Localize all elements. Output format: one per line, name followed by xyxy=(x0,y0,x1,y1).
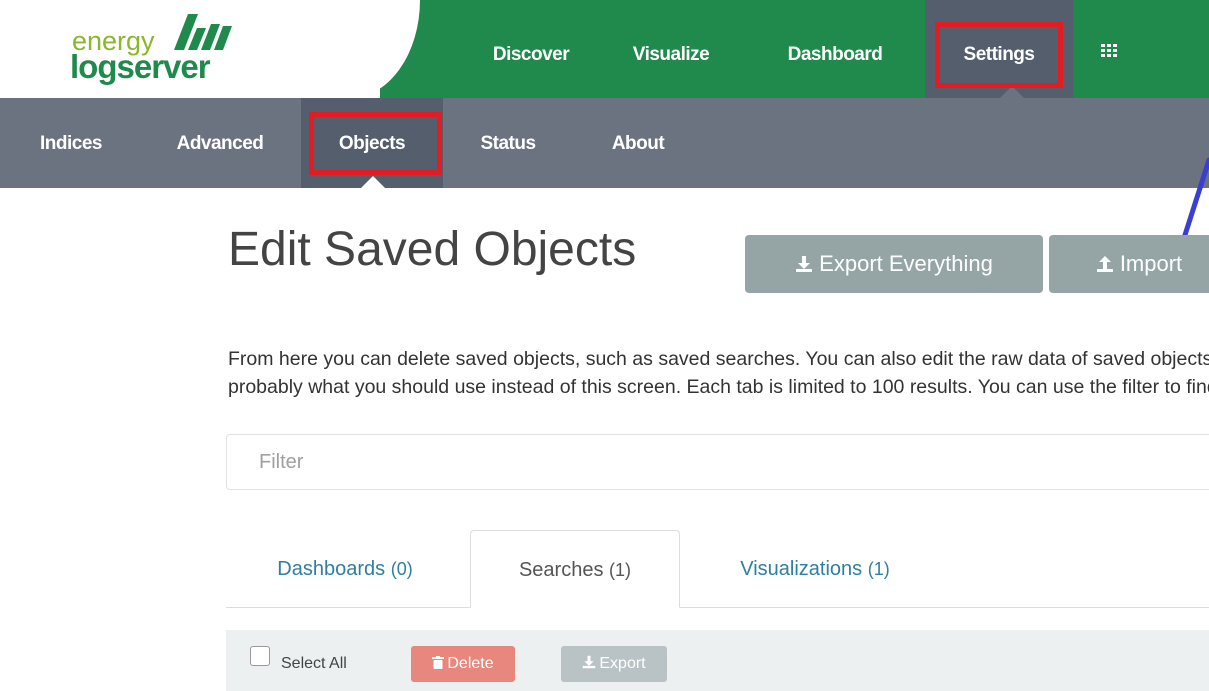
subnav-active-caret xyxy=(360,176,386,189)
tab-visualizations[interactable]: Visualizations (1) xyxy=(700,530,930,608)
tab-searches-count: (1) xyxy=(609,560,632,580)
export-label: Export xyxy=(599,655,646,672)
nav-discover[interactable]: Discover xyxy=(456,0,606,98)
page-title: Edit Saved Objects xyxy=(228,223,637,276)
delete-label: Delete xyxy=(447,655,494,672)
tab-searches-label: Searches xyxy=(518,559,604,581)
description-line-2: probably what you should use instead of … xyxy=(228,376,1209,398)
filter-input[interactable] xyxy=(226,434,1209,490)
settings-highlight-box xyxy=(935,22,1063,88)
tab-visualizations-count: (1) xyxy=(867,559,890,579)
delete-button[interactable]: Delete xyxy=(411,646,515,682)
subnav-about[interactable]: About xyxy=(588,98,688,188)
logo-bars-icon xyxy=(174,14,232,50)
nav-visualize[interactable]: Visualize xyxy=(606,0,736,98)
export-button[interactable]: Export xyxy=(561,646,667,682)
export-everything-button[interactable]: Export Everything xyxy=(745,235,1043,293)
objects-toolbar xyxy=(226,630,1209,691)
subnav-advanced[interactable]: Advanced xyxy=(150,98,290,188)
import-label: Import xyxy=(1119,251,1183,276)
trash-icon xyxy=(432,656,445,669)
settings-subnav: Indices Advanced Objects Status About xyxy=(0,98,1209,188)
energy-logserver-logo[interactable]: energy logserver xyxy=(58,8,258,92)
subnav-indices[interactable]: Indices xyxy=(20,98,122,188)
upload-icon xyxy=(1096,256,1113,272)
select-all-checkbox[interactable] xyxy=(250,646,270,666)
import-button[interactable]: Import xyxy=(1049,235,1209,293)
page-description: From here you can delete saved objects, … xyxy=(228,345,1209,401)
export-everything-label: Export Everything xyxy=(819,251,993,276)
download-icon xyxy=(583,655,596,669)
download-icon xyxy=(796,256,813,272)
subnav-status[interactable]: Status xyxy=(458,98,558,188)
objects-highlight-box xyxy=(309,112,442,175)
select-all-label: Select All xyxy=(281,655,347,672)
tab-dashboards[interactable]: Dashboards (0) xyxy=(240,530,450,608)
tab-searches[interactable]: Searches (1) xyxy=(470,530,680,608)
description-line-1: From here you can delete saved objects, … xyxy=(228,348,1209,370)
tab-dashboards-count: (0) xyxy=(390,559,413,579)
apps-grid-icon[interactable] xyxy=(1101,44,1117,58)
nav-dashboard[interactable]: Dashboard xyxy=(760,0,910,98)
tab-dashboards-label: Dashboards xyxy=(277,558,386,580)
tab-visualizations-label: Visualizations xyxy=(740,558,863,580)
